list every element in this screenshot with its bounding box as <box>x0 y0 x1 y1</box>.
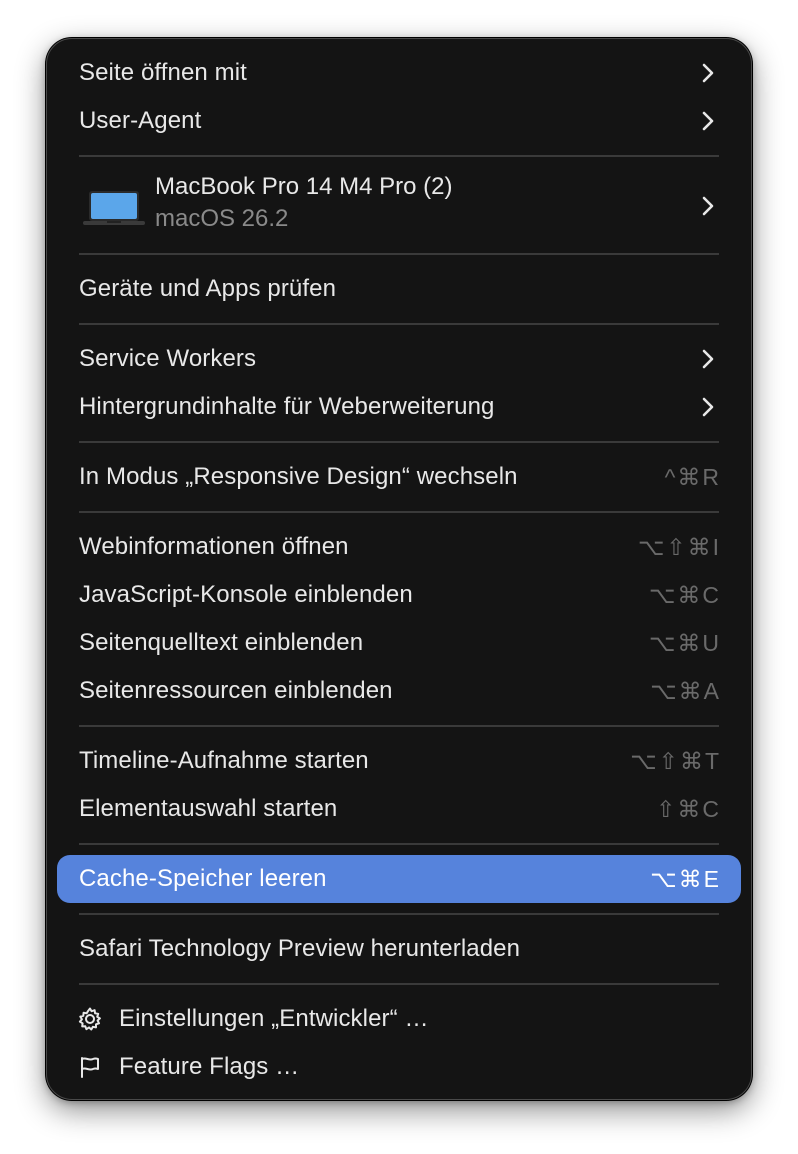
menu-item-label: Seitenressourcen einblenden <box>79 677 393 704</box>
chevron-right-icon <box>702 349 714 369</box>
menu-item-download-stp[interactable]: Safari Technology Preview herunterladen <box>57 925 741 973</box>
menu-item-label: Safari Technology Preview herunterladen <box>79 935 521 962</box>
separator <box>79 441 719 443</box>
gear-icon <box>78 1007 101 1031</box>
menu-item-inspect-devices-apps[interactable]: Geräte und Apps prüfen <box>57 265 741 313</box>
separator <box>79 155 719 157</box>
menu-item-label: User-Agent <box>79 107 202 134</box>
menu-item-label: Webinformationen öffnen <box>79 533 349 560</box>
menu-item-feature-flags[interactable]: Feature Flags … <box>57 1043 741 1091</box>
shortcut-label: ⌥⌘E <box>650 865 721 892</box>
menu-item-javascript-console[interactable]: JavaScript-Konsole einblenden ⌥⌘C <box>57 571 741 619</box>
shortcut-label: ⌥⌘U <box>648 629 721 656</box>
shortcut-label: ⌥⌘A <box>650 677 721 704</box>
chevron-right-icon <box>702 397 714 417</box>
chevron-right-icon <box>702 111 714 131</box>
menu-item-page-resources[interactable]: Seitenressourcen einblenden ⌥⌘A <box>57 667 741 715</box>
menu-item-label: Hintergrundinhalte für Weberweiterung <box>79 393 495 420</box>
shortcut-label: ⇧⌘C <box>656 795 721 822</box>
menu-item-label: JavaScript-Konsole einblenden <box>79 581 413 608</box>
menu-item-label: Cache-Speicher leeren <box>79 865 327 892</box>
menu-item-developer-settings[interactable]: Einstellungen „Entwickler“ … <box>57 995 741 1043</box>
menu-item-label: In Modus „Responsive Design“ wechseln <box>79 463 518 490</box>
menu-item-label: Einstellungen „Entwickler“ … <box>119 1005 429 1032</box>
separator <box>79 843 719 845</box>
separator <box>79 983 719 985</box>
menu-item-label: Seite öffnen mit <box>79 59 247 86</box>
device-item[interactable]: MacBook Pro 14 M4 Pro (2) macOS 26.2 <box>57 161 741 251</box>
menu-item-user-agent[interactable]: User-Agent <box>57 97 741 145</box>
menu-item-label: Geräte und Apps prüfen <box>79 275 337 302</box>
menu-item-label: Elementauswahl starten <box>79 795 338 822</box>
separator <box>79 323 719 325</box>
laptop-icon <box>83 191 145 225</box>
menu-item-service-workers[interactable]: Service Workers <box>57 335 741 383</box>
separator <box>79 913 719 915</box>
shortcut-label: ⌥⌘C <box>648 581 721 608</box>
shortcut-label: ⌥⇧⌘I <box>637 533 721 560</box>
menu-item-start-element-selection[interactable]: Elementauswahl starten ⇧⌘C <box>57 785 741 833</box>
develop-menu: Seite öffnen mit User-Agent MacBook Pro … <box>46 38 752 1100</box>
menu-item-background-content[interactable]: Hintergrundinhalte für Weberweiterung <box>57 383 741 431</box>
menu-item-empty-caches[interactable]: Cache-Speicher leeren ⌥⌘E <box>57 855 741 903</box>
device-os: macOS 26.2 <box>155 205 289 232</box>
menu-item-start-timeline-recording[interactable]: Timeline-Aufnahme starten ⌥⇧⌘T <box>57 737 741 785</box>
shortcut-label: ^⌘R <box>664 463 721 490</box>
menu-item-web-inspector[interactable]: Webinformationen öffnen ⌥⇧⌘I <box>57 523 741 571</box>
chevron-right-icon <box>702 63 714 83</box>
flag-icon <box>81 1057 99 1078</box>
menu-item-open-page-with[interactable]: Seite öffnen mit <box>57 49 741 97</box>
menu-item-responsive-design[interactable]: In Modus „Responsive Design“ wechseln ^⌘… <box>57 453 741 501</box>
separator <box>79 511 719 513</box>
menu-item-label: Service Workers <box>79 345 257 372</box>
menu-item-page-source[interactable]: Seitenquelltext einblenden ⌥⌘U <box>57 619 741 667</box>
device-name: MacBook Pro 14 M4 Pro (2) <box>155 173 453 200</box>
separator <box>79 253 719 255</box>
menu-item-label: Seitenquelltext einblenden <box>79 629 364 656</box>
menu-item-label: Timeline-Aufnahme starten <box>79 747 369 774</box>
chevron-right-icon <box>702 196 714 216</box>
menu-item-label: Feature Flags … <box>119 1053 300 1080</box>
shortcut-label: ⌥⇧⌘T <box>630 747 721 774</box>
separator <box>79 725 719 727</box>
